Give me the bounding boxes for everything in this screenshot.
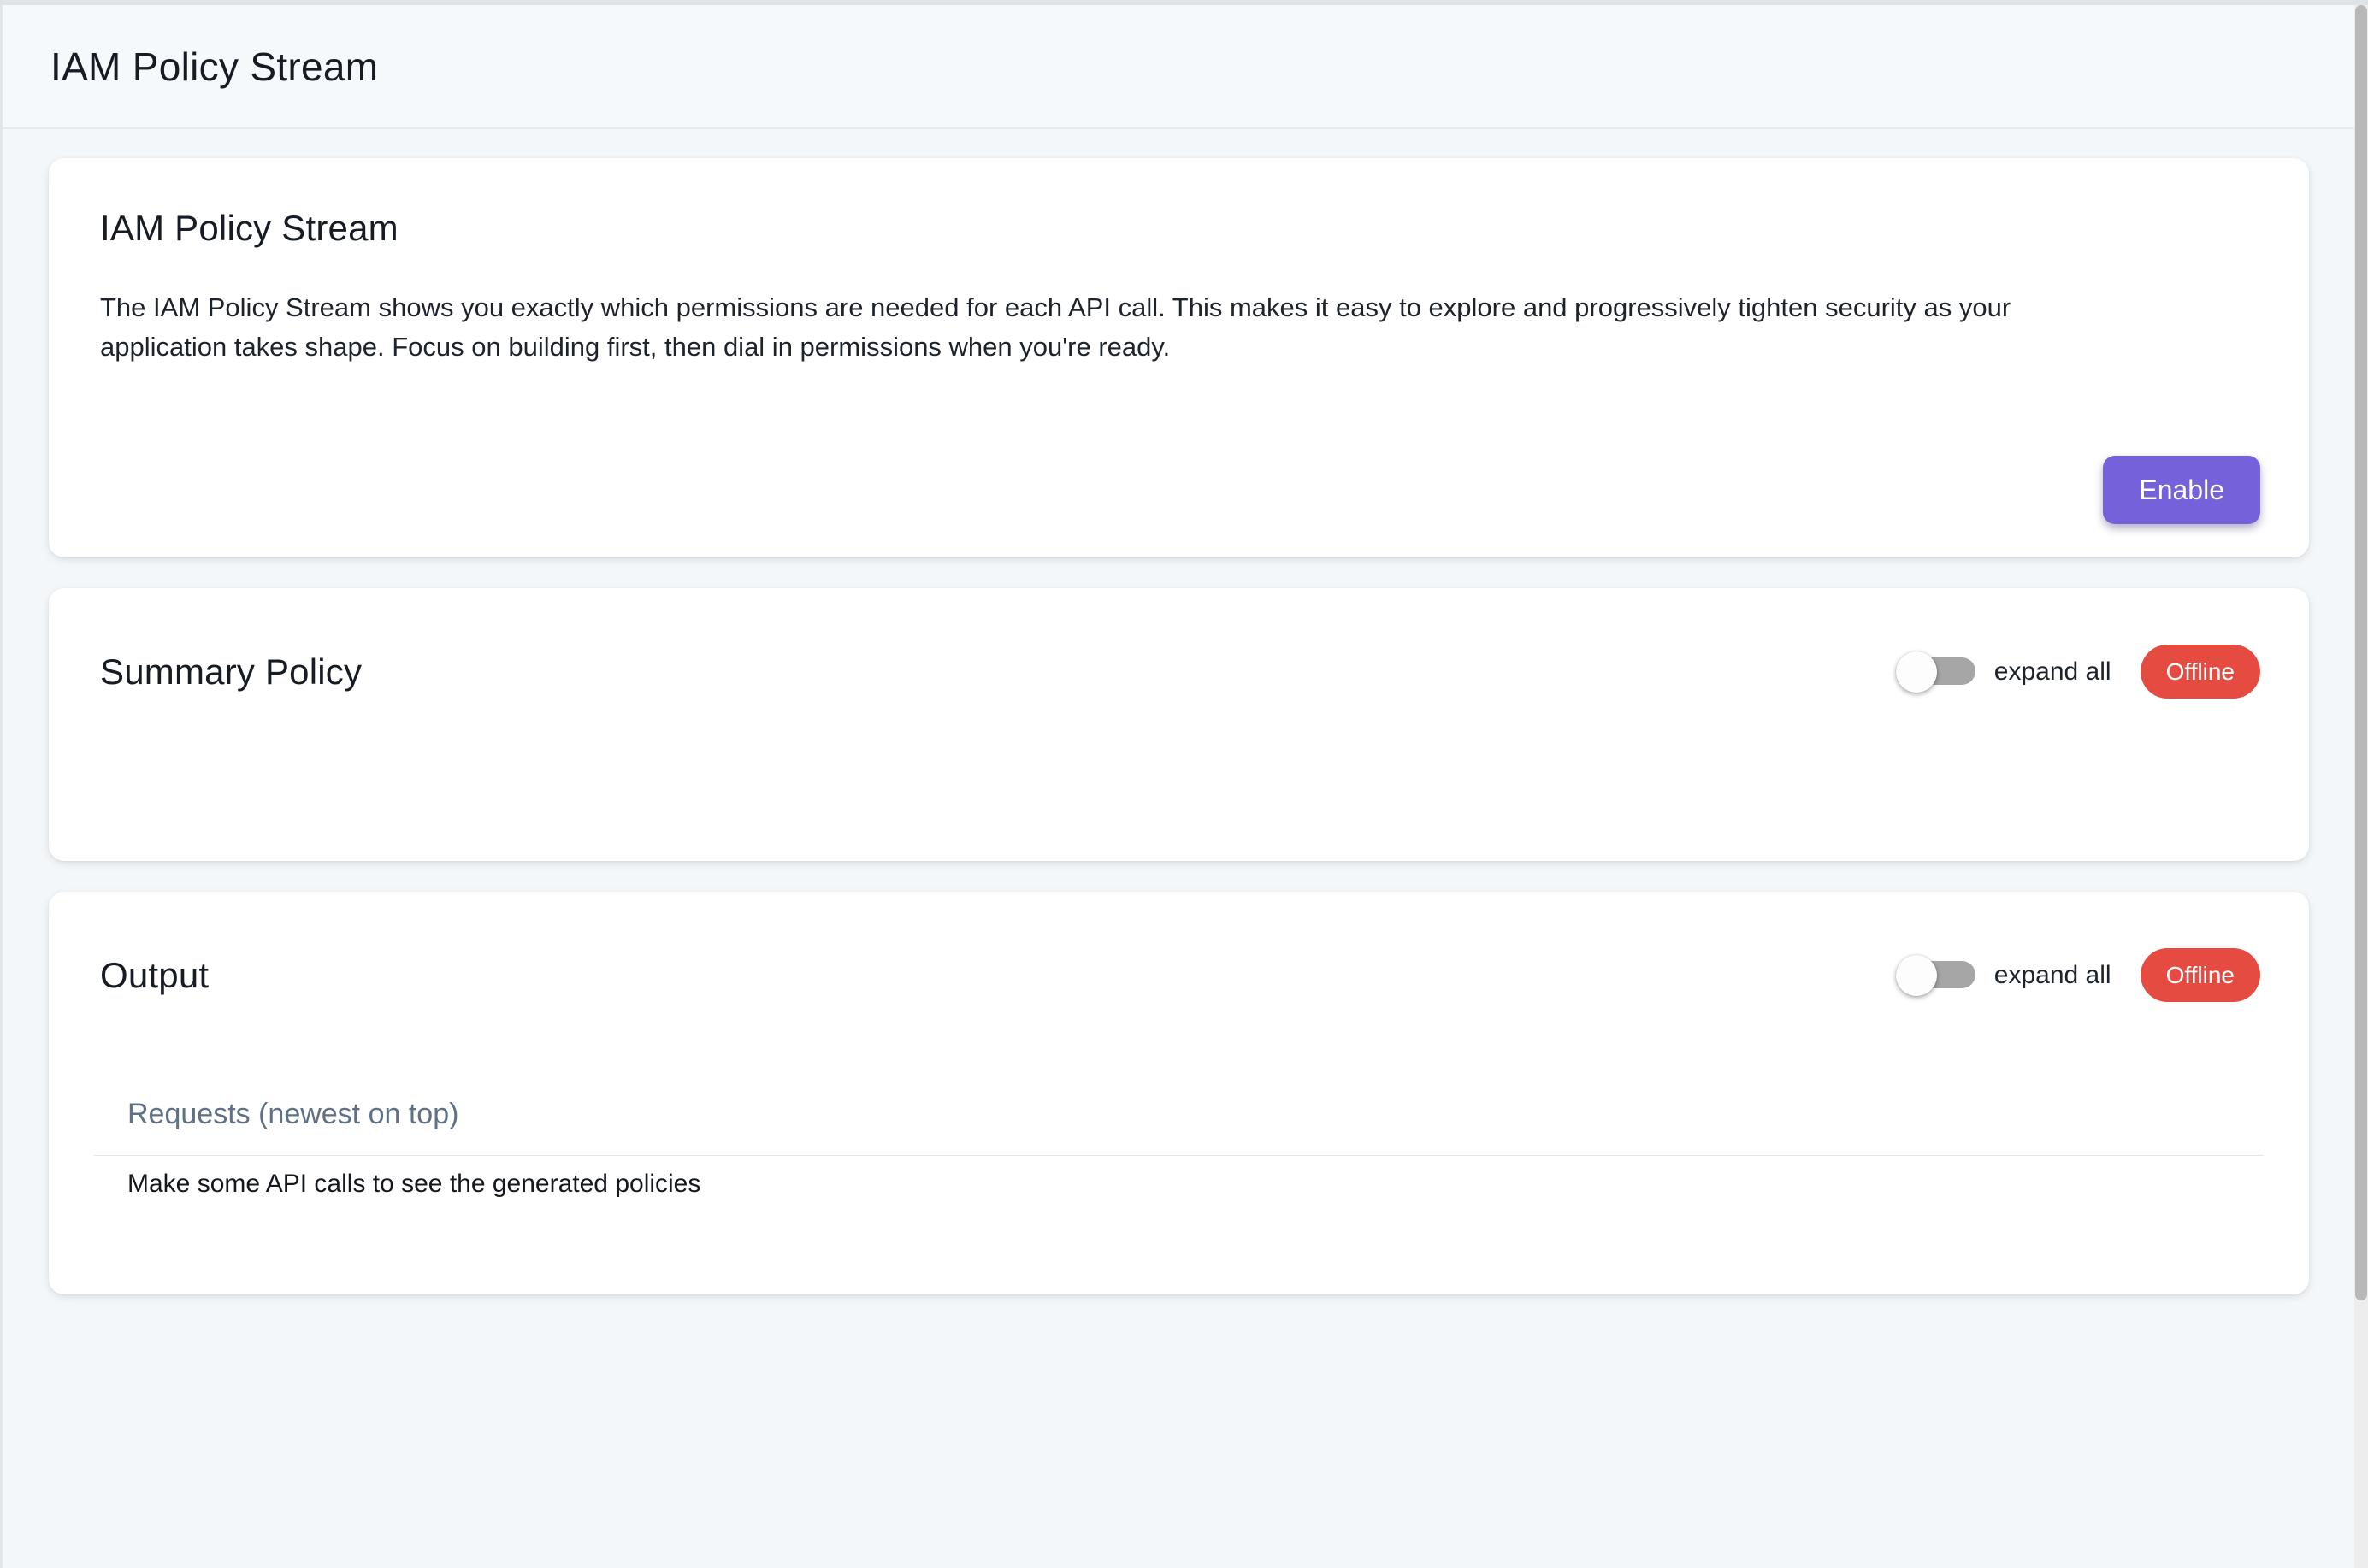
window-top-border [0, 0, 2368, 5]
output-expand-all-label: expand all [1994, 961, 2111, 990]
output-header-row: Output expand all Offline [49, 892, 2309, 1002]
summary-policy-card: Summary Policy expand all Offline [49, 588, 2309, 861]
output-status-badge: Offline [2141, 948, 2260, 1002]
requests-section: Requests (newest on top) Make some API c… [94, 1098, 2264, 1199]
toggle-knob [1896, 955, 1937, 996]
enable-button[interactable]: Enable [2103, 456, 2260, 524]
scrollbar[interactable] [2354, 5, 2368, 1568]
requests-heading: Requests (newest on top) [94, 1098, 2264, 1156]
output-title: Output [100, 955, 1896, 996]
summary-status-badge: Offline [2141, 645, 2260, 699]
requests-empty-message: Make some API calls to see the generated… [94, 1170, 2264, 1199]
summary-policy-header-row: Summary Policy expand all Offline [49, 588, 2309, 699]
intro-card-title: IAM Policy Stream [100, 208, 399, 249]
page-title: IAM Policy Stream [50, 44, 378, 90]
page: IAM Policy Stream IAM Policy Stream The … [0, 5, 2354, 1325]
intro-card: IAM Policy Stream The IAM Policy Stream … [49, 158, 2309, 557]
intro-card-description: The IAM Policy Stream shows you exactly … [100, 288, 2135, 367]
app-header: IAM Policy Stream [0, 5, 2354, 129]
output-card: Output expand all Offline Requests (newe… [49, 892, 2309, 1294]
output-expand-all-toggle[interactable] [1896, 953, 1975, 998]
window-left-border [0, 0, 3, 1568]
main-content: IAM Policy Stream The IAM Policy Stream … [0, 129, 2354, 1294]
summary-expand-all-toggle[interactable] [1896, 650, 1975, 694]
summary-policy-title: Summary Policy [100, 651, 1896, 693]
toggle-knob [1896, 651, 1937, 693]
scrollbar-thumb[interactable] [2355, 5, 2367, 1300]
summary-expand-all-label: expand all [1994, 657, 2111, 687]
